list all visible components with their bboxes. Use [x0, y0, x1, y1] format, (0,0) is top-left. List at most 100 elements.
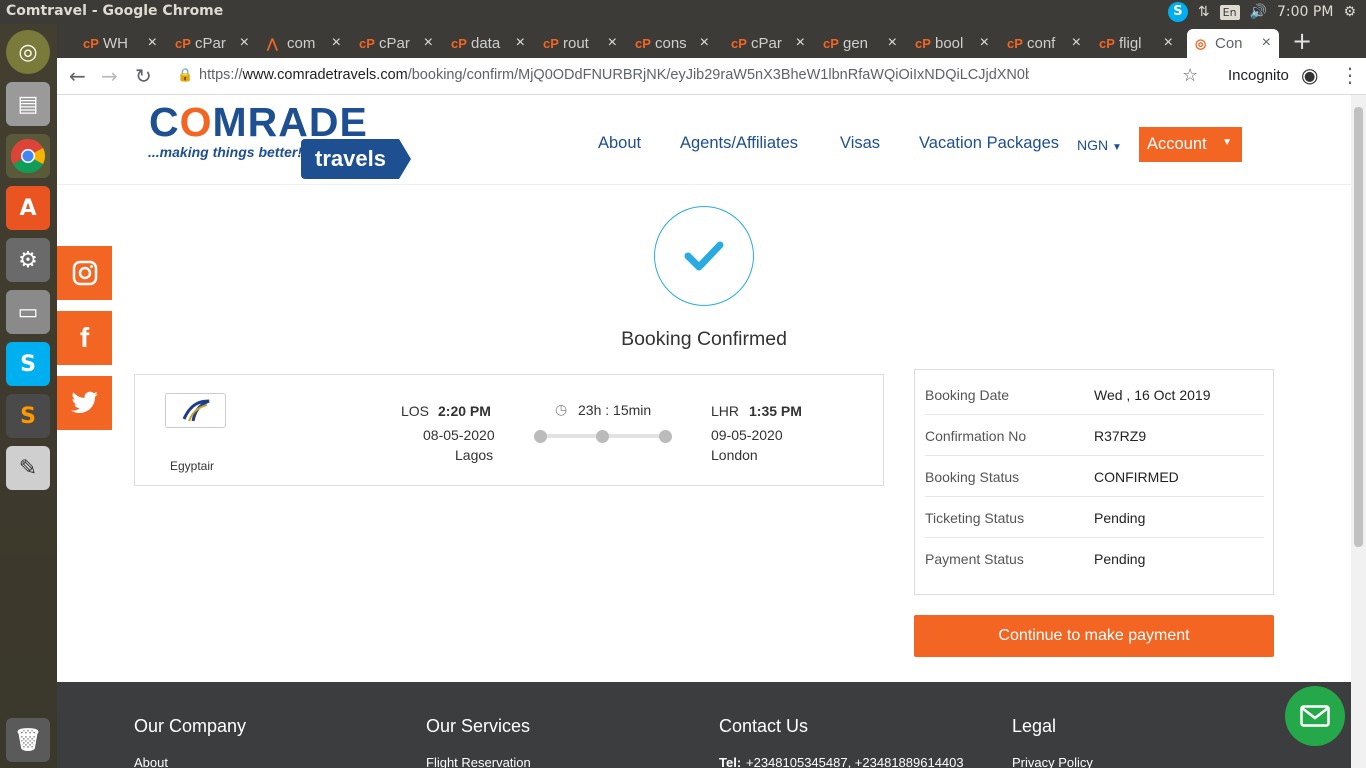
- browser-tab[interactable]: cP WH ×: [75, 29, 165, 58]
- ubuntu-dash-icon[interactable]: ◎: [6, 30, 50, 74]
- browser-tab[interactable]: cP cons ×: [627, 29, 717, 58]
- browser-tab[interactable]: cP cPar ×: [351, 29, 441, 58]
- summary-row: Confirmation No R37RZ9: [925, 415, 1264, 456]
- account-dropdown-button[interactable]: Account ▼: [1139, 127, 1242, 162]
- incognito-icon[interactable]: ◉: [1301, 63, 1318, 87]
- volume-icon[interactable]: 🔊: [1250, 4, 1267, 20]
- tab-strip: cP WH × cP cPar × ⋀ com × cP cPar × cP data × cP ro…: [57, 24, 1366, 58]
- close-tab-icon[interactable]: ×: [516, 34, 525, 52]
- airline-logo: [165, 393, 226, 428]
- arrival-date: 09-05-2020: [711, 427, 783, 443]
- close-tab-icon[interactable]: ×: [980, 34, 989, 52]
- cpanel-favicon-icon: cP: [175, 36, 191, 51]
- chat-mail-icon[interactable]: [1285, 686, 1345, 746]
- browser-tab[interactable]: cP cPar ×: [167, 29, 257, 58]
- forward-icon[interactable]: →: [101, 64, 118, 88]
- close-tab-icon[interactable]: ×: [1262, 34, 1271, 52]
- footer-phone-numbers[interactable]: +2348105345487, +23481889614403: [746, 755, 964, 768]
- browser-tab[interactable]: cP conf ×: [999, 29, 1089, 58]
- keyboard-layout[interactable]: En: [1219, 4, 1240, 20]
- bookmark-star-icon[interactable]: ☆: [1182, 65, 1198, 86]
- skype-tray-icon[interactable]: S: [1167, 2, 1188, 22]
- text-editor-icon[interactable]: ✎: [6, 446, 50, 490]
- continue-payment-button[interactable]: Continue to make payment: [914, 615, 1274, 657]
- site-favicon-icon: ⋀: [267, 36, 278, 51]
- flight-itinerary-card: Egyptair LOS 2:20 PM 08-05-2020 Lagos ◷ …: [134, 374, 884, 486]
- system-settings-icon[interactable]: ⚙: [6, 238, 50, 282]
- facebook-icon[interactable]: f: [57, 311, 112, 365]
- back-icon[interactable]: ←: [69, 64, 86, 88]
- incognito-label[interactable]: Incognito: [1228, 67, 1289, 84]
- window-title: Comtravel - Google Chrome: [6, 3, 224, 19]
- nav-vacation-packages[interactable]: Vacation Packages: [919, 134, 1059, 153]
- footer-tel-label: Tel:: [719, 755, 742, 768]
- cpanel-favicon-icon: cP: [83, 36, 99, 51]
- twitter-icon[interactable]: [57, 376, 112, 430]
- nav-visas[interactable]: Visas: [840, 134, 880, 153]
- drive-icon[interactable]: ▭: [6, 290, 50, 334]
- scrollbar-thumb[interactable]: [1354, 107, 1363, 547]
- site-header: COMRADE ...making things better! travels…: [57, 95, 1351, 185]
- route-end-dot: [659, 430, 672, 443]
- launcher: ◎ ▤ A ⚙ ▭ S S ✎ 🗑: [0, 24, 57, 768]
- browser-tab[interactable]: cP data ×: [443, 29, 533, 58]
- chrome-icon[interactable]: [6, 134, 50, 178]
- sublime-text-icon[interactable]: S: [6, 394, 50, 438]
- close-tab-icon[interactable]: ×: [888, 34, 897, 52]
- close-tab-icon[interactable]: ×: [700, 34, 709, 52]
- skype-icon[interactable]: S: [6, 342, 50, 386]
- software-center-icon[interactable]: A: [6, 186, 50, 230]
- instagram-icon[interactable]: [57, 246, 112, 300]
- new-tab-button[interactable]: +: [1292, 27, 1312, 55]
- trash-icon[interactable]: 🗑: [6, 718, 50, 762]
- close-tab-icon[interactable]: ×: [332, 34, 341, 52]
- page-title: Booking Confirmed: [621, 328, 787, 350]
- cpanel-favicon-icon: cP: [635, 36, 651, 51]
- footer-link-flight-reservation[interactable]: Flight Reservation: [426, 755, 531, 768]
- nav-agents[interactable]: Agents/Affiliates: [680, 134, 798, 153]
- url-input[interactable]: https://www.comradetravels.com/booking/c…: [199, 67, 1029, 83]
- browser-tab[interactable]: cP fligl ×: [1091, 29, 1181, 58]
- browser-tab[interactable]: cP cPar ×: [723, 29, 813, 58]
- footer-link-about[interactable]: About: [134, 755, 168, 768]
- cpanel-favicon-icon: cP: [731, 36, 747, 51]
- caret-down-icon: ▼: [1112, 142, 1122, 153]
- close-tab-icon[interactable]: ×: [240, 34, 249, 52]
- browser-tab[interactable]: cP gen ×: [815, 29, 905, 58]
- cpanel-favicon-icon: cP: [451, 36, 467, 51]
- booking-summary-card: Booking Date Wed , 16 Oct 2019 Confirmati…: [914, 369, 1274, 595]
- close-tab-icon[interactable]: ×: [148, 34, 157, 52]
- destination-code: LHR: [711, 403, 740, 419]
- browser-tab-active[interactable]: ◎ Con ×: [1187, 29, 1279, 58]
- close-tab-icon[interactable]: ×: [608, 34, 617, 52]
- clock[interactable]: 7:00 PM: [1277, 4, 1333, 20]
- close-tab-icon[interactable]: ×: [1072, 34, 1081, 52]
- close-tab-icon[interactable]: ×: [1164, 34, 1173, 52]
- page-scrollbar[interactable]: [1351, 95, 1366, 768]
- close-tab-icon[interactable]: ×: [796, 34, 805, 52]
- reload-icon[interactable]: ↻: [135, 64, 152, 88]
- summary-row: Booking Status CONFIRMED: [925, 456, 1264, 497]
- origin-city: Lagos: [455, 447, 494, 463]
- chrome-menu-icon[interactable]: ⋮: [1340, 63, 1360, 87]
- lock-icon[interactable]: 🔒: [177, 68, 193, 83]
- airline-name: Egyptair: [170, 459, 215, 473]
- files-icon[interactable]: ▤: [6, 82, 50, 126]
- web-page: COMRADE ...making things better! travels…: [57, 95, 1351, 768]
- settings-gear-icon[interactable]: ⚙: [1343, 4, 1356, 20]
- browser-tab[interactable]: ⋀ com ×: [259, 29, 349, 58]
- footer-heading: Our Services: [426, 716, 531, 736]
- logo-tagline: ...making things better!: [148, 144, 303, 160]
- network-icon[interactable]: ⇅: [1198, 4, 1210, 20]
- nav-about[interactable]: About: [598, 134, 641, 153]
- browser-tab[interactable]: cP rout ×: [535, 29, 625, 58]
- close-tab-icon[interactable]: ×: [424, 34, 433, 52]
- summary-row: Booking Date Wed , 16 Oct 2019: [925, 374, 1264, 415]
- cpanel-favicon-icon: cP: [823, 36, 839, 51]
- footer-link-privacy[interactable]: Privacy Policy: [1012, 755, 1093, 768]
- cpanel-favicon-icon: cP: [543, 36, 559, 51]
- browser-tab[interactable]: cP bool ×: [907, 29, 997, 58]
- caret-down-icon: ▼: [1222, 137, 1232, 148]
- currency-select[interactable]: NGN ▼: [1077, 137, 1122, 153]
- site-footer: Our Company Our Services Contact Us Lega…: [57, 682, 1351, 768]
